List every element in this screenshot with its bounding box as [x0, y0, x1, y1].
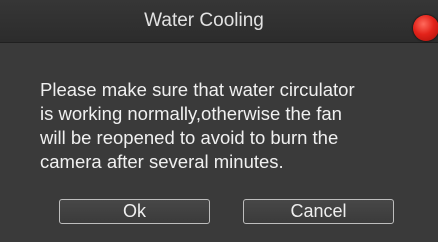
- close-icon[interactable]: [413, 15, 438, 41]
- cancel-button[interactable]: Cancel: [243, 199, 394, 224]
- ok-button[interactable]: Ok: [59, 199, 210, 224]
- dialog-titlebar: Water Cooling: [0, 0, 438, 43]
- dialog-message: Please make sure that water circulator i…: [40, 79, 355, 172]
- dialog-title: Water Cooling: [144, 10, 264, 31]
- water-cooling-dialog: Water Cooling Please make sure that wate…: [0, 0, 438, 242]
